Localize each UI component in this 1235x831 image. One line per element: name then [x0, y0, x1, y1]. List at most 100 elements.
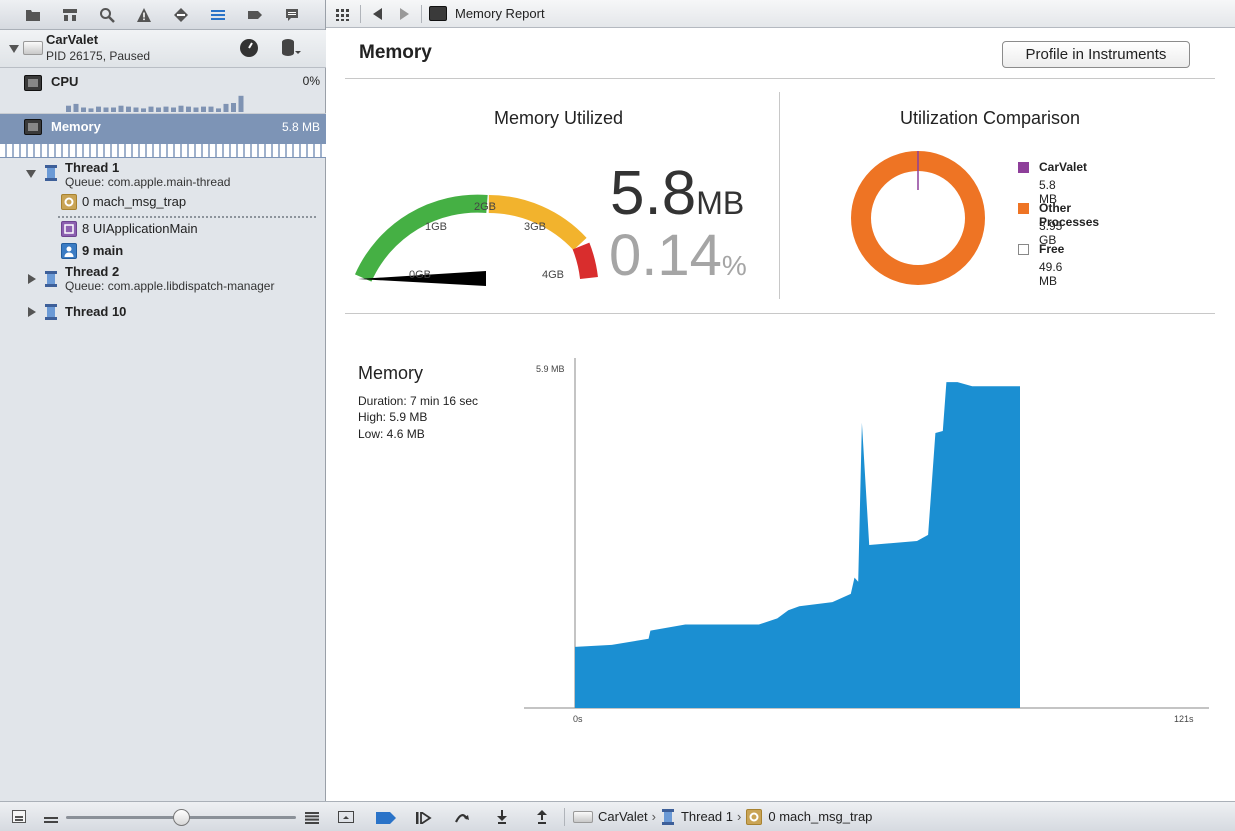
navigator-filter-bar	[0, 801, 326, 831]
debug-bar: CarValet › Thread 1 › 0 mach_msg_trap	[326, 801, 1235, 831]
hide-debug-area-icon[interactable]	[338, 810, 354, 823]
process-status: PID 26175, Paused	[46, 49, 151, 63]
log-navigator-icon[interactable]	[283, 6, 301, 24]
gauge-label-0gb: 0GB	[409, 269, 431, 281]
process-options-icon[interactable]	[278, 37, 302, 59]
cpu-value: 0%	[302, 74, 320, 88]
forward-arrow-icon[interactable]	[400, 7, 409, 20]
legend-swatch	[1018, 203, 1029, 214]
cpu-spark-bar	[156, 107, 161, 112]
section-divider	[779, 92, 780, 299]
thread-spool-icon	[44, 271, 58, 287]
hide-navigator-icon[interactable]	[12, 810, 26, 823]
cpu-spark-bar	[201, 106, 206, 112]
memory-gauge-row[interactable]: Memory 5.8 MB	[0, 114, 326, 158]
step-into-icon[interactable]	[496, 809, 508, 824]
back-arrow-icon[interactable]	[373, 7, 382, 20]
project-navigator-icon[interactable]	[24, 6, 42, 24]
memory-percent-unit: %	[721, 250, 747, 281]
thread-spool-icon	[44, 304, 58, 320]
breadcrumb-chevron-icon: ›	[737, 809, 742, 824]
issue-navigator-icon[interactable]	[135, 6, 153, 24]
breadcrumb-process[interactable]: CarValet	[598, 809, 648, 824]
profile-in-instruments-button[interactable]: Profile in Instruments	[1002, 41, 1190, 68]
legend-name: CarValet	[1039, 160, 1088, 174]
cpu-spark-bar	[133, 107, 139, 112]
gauge-segment-green	[354, 194, 488, 282]
header-divider	[345, 78, 1215, 79]
breadcrumb-frame[interactable]: 0 mach_msg_trap	[768, 809, 872, 824]
related-items-icon[interactable]	[336, 8, 350, 21]
disclosure-triangle-icon[interactable]	[9, 45, 19, 53]
cpu-spark-bar	[73, 103, 79, 112]
memory-gauge: 0GB 1GB 2GB 3GB 4GB	[354, 194, 598, 286]
frame-label: 8 UIApplicationMain	[82, 221, 198, 236]
cpu-spark-bar	[126, 106, 131, 112]
breakpoint-navigator-icon[interactable]	[246, 6, 264, 24]
gauge-label-4gb: 4GB	[542, 269, 564, 281]
debug-gauges-icon[interactable]	[240, 39, 258, 57]
memory-label: Memory	[51, 119, 101, 134]
thread10-disclosure-icon[interactable]	[28, 307, 36, 317]
cpu-spark-bar	[171, 107, 176, 112]
slider-knob[interactable]	[173, 809, 190, 826]
continue-icon[interactable]	[416, 809, 432, 826]
thread1-name[interactable]: Thread 1	[65, 160, 119, 175]
stack-frame-row[interactable]: 0 mach_msg_trap	[58, 193, 316, 213]
compression-high-icon[interactable]	[305, 811, 319, 824]
thread2-name[interactable]: Thread 2	[65, 264, 119, 279]
jumpbar-title[interactable]: Memory Report	[455, 6, 545, 21]
history-duration: Duration: 7 min 16 sec	[358, 394, 479, 408]
jumpbar-divider	[360, 4, 361, 23]
cpu-spark-bar	[111, 107, 116, 112]
gauge-label-3gb: 3GB	[524, 221, 546, 233]
cpu-gauge-row[interactable]: CPU 0%	[0, 68, 326, 114]
utilization-comparison-title: Utilization Comparison	[900, 108, 1081, 128]
breakpoints-toggle-icon[interactable]	[376, 811, 396, 824]
chart-ymax-label: 5.9 MB	[536, 364, 565, 374]
thread2-disclosure-icon[interactable]	[28, 274, 36, 284]
memory-usage-sparkline	[0, 144, 326, 157]
cpu-spark-bar	[193, 107, 199, 112]
thread1-disclosure-icon[interactable]	[26, 170, 36, 178]
cpu-spark-bar	[118, 105, 124, 112]
memory-history-chart: 5.9 MB 0s 121s	[524, 358, 1209, 724]
frames-separator	[58, 216, 316, 218]
jumpbar-divider	[421, 4, 422, 23]
user-frame-icon	[61, 243, 77, 259]
cpu-usage-sparkline	[66, 95, 244, 112]
legend-name: Free	[1039, 242, 1065, 256]
chart-xstart-label: 0s	[573, 714, 583, 724]
compression-low-icon[interactable]	[44, 812, 58, 823]
app-process-icon	[573, 810, 593, 823]
gauge-segment-red	[572, 242, 598, 280]
stack-frame-row[interactable]: 9 main	[58, 242, 316, 262]
step-over-icon[interactable]	[454, 811, 470, 823]
breadcrumb-thread[interactable]: Thread 1	[681, 809, 733, 824]
cpu-gauge-icon	[24, 75, 42, 91]
cpu-spark-bar	[103, 107, 109, 112]
symbol-navigator-icon[interactable]	[61, 6, 79, 24]
gear-frame-icon	[746, 808, 763, 825]
framework-frame-icon	[61, 221, 77, 237]
memory-percent-value: 0.14	[609, 223, 722, 288]
cpu-spark-bar	[178, 105, 184, 112]
step-out-icon[interactable]	[536, 809, 548, 824]
thread10-name[interactable]: Thread 10	[65, 304, 126, 319]
debugbar-divider	[564, 807, 565, 826]
navigator-selector-bar	[0, 0, 325, 30]
thread-spool-icon	[44, 165, 58, 181]
legend-swatch	[1018, 244, 1029, 255]
gear-frame-icon	[61, 194, 77, 210]
cpu-spark-bar	[216, 108, 221, 112]
debug-navigator-icon[interactable]	[209, 6, 227, 24]
cpu-spark-bar	[186, 106, 191, 112]
test-navigator-icon[interactable]	[172, 6, 190, 24]
stack-frame-row[interactable]: 8 UIApplicationMain	[58, 220, 316, 240]
cpu-spark-bar	[223, 103, 229, 112]
process-row[interactable]: CarValet PID 26175, Paused	[0, 30, 326, 68]
jump-bar: Memory Report	[326, 0, 1235, 28]
memory-amount-unit: MB	[696, 185, 745, 221]
cpu-label: CPU	[51, 74, 79, 89]
find-navigator-icon[interactable]	[98, 6, 116, 24]
